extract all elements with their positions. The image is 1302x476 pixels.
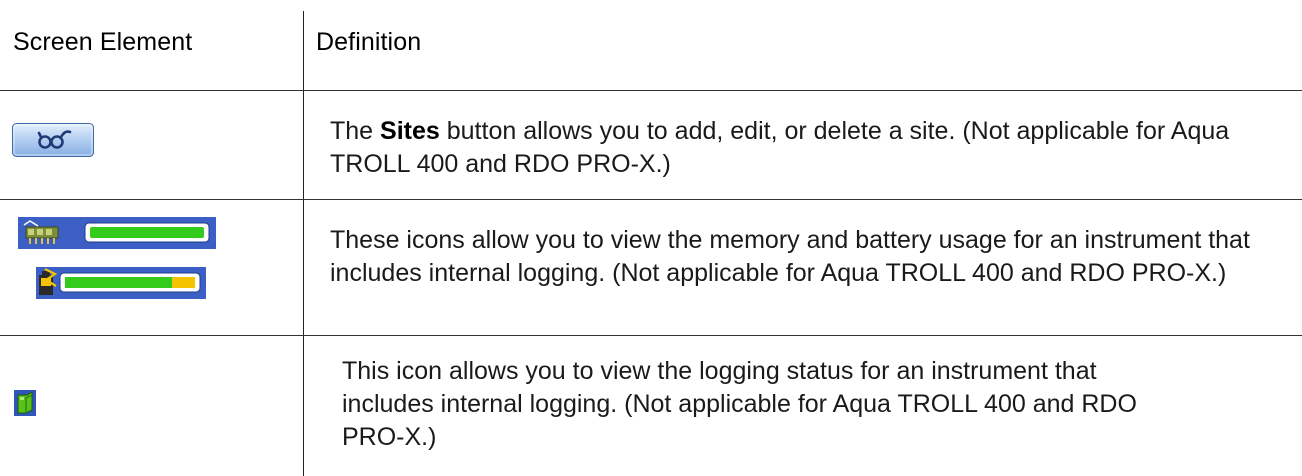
- logging-status-icon[interactable]: [14, 390, 36, 421]
- memory-usage-icon[interactable]: [18, 217, 216, 254]
- sites-button-icon[interactable]: [12, 123, 94, 162]
- header-screen-element: Screen Element: [13, 28, 193, 56]
- memory-battery-definition: These icons allow you to view the memory…: [330, 226, 1250, 287]
- sites-bold-label: Sites: [380, 117, 440, 145]
- battery-bar-green: [65, 277, 172, 288]
- sites-definition-prefix: The: [330, 117, 381, 145]
- memory-bar-fill: [90, 227, 204, 238]
- header-definition: Definition: [316, 28, 422, 56]
- logging-status-definition: This icon allows you to view the logging…: [342, 357, 1137, 451]
- column-divider: [303, 11, 304, 476]
- battery-usage-icon[interactable]: [36, 267, 206, 304]
- sites-definition-rest: button allows you to add, edit, or delet…: [330, 117, 1230, 178]
- header-divider: [0, 90, 1302, 91]
- battery-bar-yellow: [172, 277, 195, 288]
- sites-definition: The Sites button allows you to add, edit…: [330, 115, 1270, 181]
- row-divider: [0, 199, 1302, 200]
- row-divider: [0, 335, 1302, 336]
